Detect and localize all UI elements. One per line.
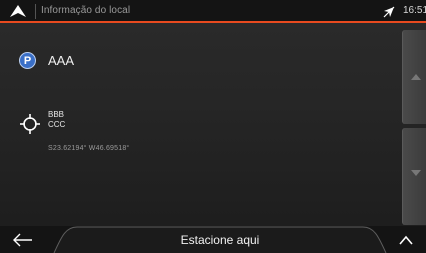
clock: 16:51 xyxy=(403,5,426,16)
back-arrow-icon[interactable] xyxy=(12,232,34,248)
triangle-up-icon xyxy=(411,74,421,80)
poi-name: AAA xyxy=(48,53,75,68)
scroll-down-button[interactable] xyxy=(402,128,426,225)
address-line-1: BBB xyxy=(48,110,65,119)
coordinates: S23.62194° W46.69518° xyxy=(48,145,130,152)
bottom-bar: Estacione aqui xyxy=(0,226,426,253)
target-crosshair-icon xyxy=(20,114,40,134)
top-bar: Informação do local 16:51 xyxy=(0,0,426,23)
scroll-column xyxy=(402,30,426,225)
header-divider xyxy=(35,4,36,19)
chevron-up-icon[interactable] xyxy=(397,234,415,246)
header-accent-line xyxy=(0,21,426,23)
park-here-button[interactable]: Estacione aqui xyxy=(53,226,387,253)
triangle-down-icon xyxy=(411,170,421,176)
poi-info-screen: Informação do local 16:51 P AAA BBB CCC … xyxy=(0,0,426,253)
gps-status-icon xyxy=(383,6,395,18)
address-line-2: CCC xyxy=(48,120,66,129)
parking-icon: P xyxy=(19,52,36,69)
navigation-arrow-icon[interactable] xyxy=(10,5,26,17)
park-here-label: Estacione aqui xyxy=(180,233,260,247)
address: BBB CCC xyxy=(48,110,65,130)
scroll-up-button[interactable] xyxy=(402,30,426,124)
page-title: Informação do local xyxy=(41,5,131,16)
poi-row: P AAA xyxy=(19,52,74,69)
